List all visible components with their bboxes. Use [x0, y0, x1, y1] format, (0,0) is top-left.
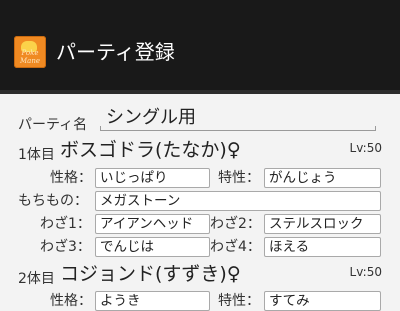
- app-title: パーティ登録: [56, 40, 175, 64]
- pokemon-1-item-label: もちもの：: [18, 193, 88, 209]
- slot-1-label: 1体目: [18, 147, 55, 163]
- action-bar: Poke Mane パーティ登録: [0, 0, 400, 94]
- pokemon-2-name[interactable]: コジョンド(すずき)♀: [60, 262, 241, 286]
- pokemon-1-name[interactable]: ボスゴドラ(たなか)♀: [60, 138, 241, 162]
- pokemon-1-move3-label: わざ3：: [40, 239, 91, 255]
- app-logo-text-2: Mane: [20, 57, 40, 65]
- app-logo-icon[interactable]: Poke Mane: [14, 36, 46, 68]
- pokemon-2-ability-label: 特性：: [218, 293, 260, 309]
- party-name-label: パーティ名: [18, 117, 88, 133]
- slot-2-label: 2体目: [18, 271, 55, 287]
- pokemon-1-nature-field[interactable]: いじっぱり: [95, 168, 210, 188]
- pokemon-1-move1-label: わざ1：: [40, 216, 91, 232]
- pokemon-1-nature-label: 性格：: [50, 170, 92, 186]
- pokemon-1-move2-field[interactable]: ステルスロック: [264, 214, 381, 234]
- party-name-underline: [100, 126, 376, 131]
- pokemon-1-move2-label: わざ2：: [210, 216, 261, 232]
- action-bar-divider: [0, 90, 400, 94]
- pokemon-2-nature-field[interactable]: ようき: [95, 291, 210, 311]
- pokemon-1-level: Lv:50: [349, 141, 382, 155]
- party-name-field[interactable]: シングル用: [106, 106, 196, 130]
- pokemon-1-item-field[interactable]: メガストーン: [95, 191, 381, 211]
- pokemon-2-ability-field[interactable]: すてみ: [264, 291, 381, 311]
- pokemon-2-level: Lv:50: [349, 265, 382, 279]
- pokemon-1-move1-field[interactable]: アイアンヘッド: [95, 214, 210, 234]
- pokemon-1-ability-label: 特性：: [218, 170, 260, 186]
- pokemon-1-move4-label: わざ4：: [210, 239, 261, 255]
- pokemon-1-ability-field[interactable]: がんじょう: [264, 168, 381, 188]
- pokemon-2-nature-label: 性格：: [50, 293, 92, 309]
- pokemon-1-move3-field[interactable]: でんじは: [95, 237, 210, 257]
- pokemon-1-move4-field[interactable]: ほえる: [264, 237, 381, 257]
- app-logo-text-1: Poke: [21, 49, 39, 57]
